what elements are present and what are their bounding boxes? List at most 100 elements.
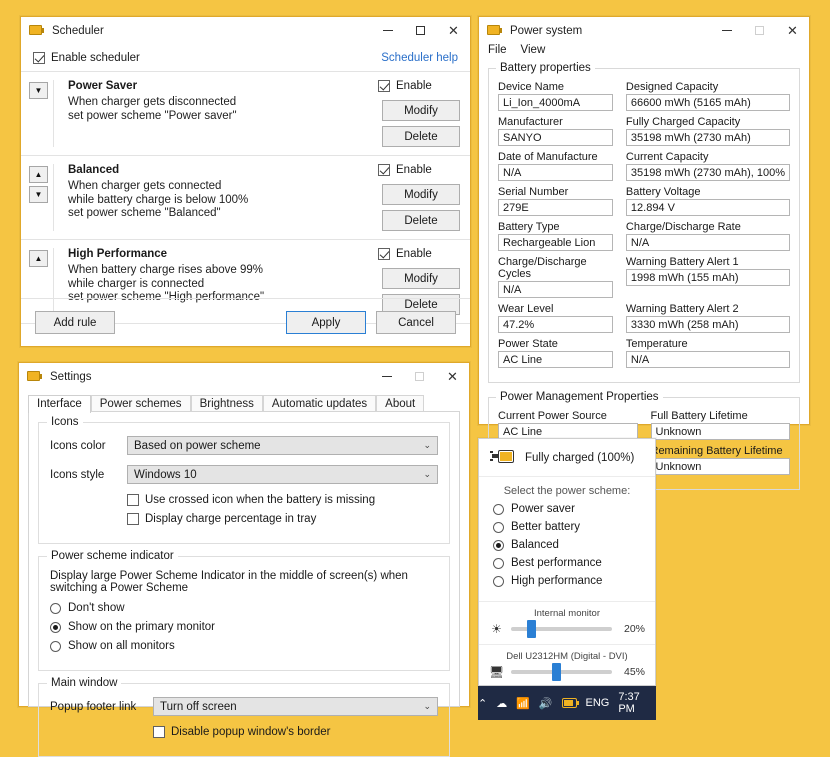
field-label: Device Name xyxy=(498,81,613,93)
slider-thumb[interactable] xyxy=(552,663,561,681)
field-label: Manufacturer xyxy=(498,116,613,128)
chevron-up-icon[interactable]: ⌃ xyxy=(478,697,487,710)
battery-properties-grid: Device Name Li_Ion_4000mA Designed Capac… xyxy=(498,81,790,373)
battery-icon xyxy=(487,25,503,37)
battery-icon xyxy=(27,371,43,383)
slider-row: 🖥 45% xyxy=(489,664,645,679)
cancel-button[interactable]: Cancel xyxy=(376,311,456,334)
modify-button[interactable]: Modify xyxy=(382,184,460,205)
tray-clock[interactable]: 7:37 PM xyxy=(618,691,656,715)
move-down-icon[interactable]: ▼ xyxy=(29,82,48,99)
field-label: Fully Charged Capacity xyxy=(626,116,790,128)
scheme-high-performance[interactable]: High performance xyxy=(493,575,655,587)
add-rule-button[interactable]: Add rule xyxy=(35,311,115,334)
radio-dont-show[interactable]: Don't show xyxy=(50,602,438,614)
field-value[interactable]: 3330 mWh (258 mAh) xyxy=(626,316,790,333)
move-down-icon[interactable]: ▼ xyxy=(29,186,48,203)
cloud-icon[interactable]: ☁ xyxy=(496,697,507,710)
field-value[interactable]: Li_Ion_4000mA xyxy=(498,94,613,111)
wifi-icon[interactable]: 📶 xyxy=(516,697,530,710)
maximize-icon xyxy=(743,17,776,44)
field-value[interactable]: Unknown xyxy=(651,423,791,440)
field-value[interactable]: AC Line xyxy=(498,351,613,368)
battery-properties-group: Battery properties Device Name Li_Ion_40… xyxy=(488,68,800,383)
field-value[interactable]: N/A xyxy=(626,351,790,368)
slider-thumb[interactable] xyxy=(527,620,536,638)
icons-style-select[interactable]: Windows 10 ⌄ xyxy=(127,465,438,484)
icons-color-select[interactable]: Based on power scheme ⌄ xyxy=(127,436,438,455)
popup-footer-link-select[interactable]: Turn off screen ⌄ xyxy=(153,697,438,716)
rule-name: Power Saver xyxy=(68,80,378,92)
apply-button[interactable]: Apply xyxy=(286,311,366,334)
field-value[interactable]: 35198 mWh (2730 mAh) xyxy=(626,129,790,146)
modify-button[interactable]: Modify xyxy=(382,100,460,121)
minimize-icon[interactable] xyxy=(710,17,743,44)
move-up-icon[interactable]: ▲ xyxy=(29,166,48,183)
minimize-icon[interactable] xyxy=(370,363,403,390)
menu-item-file[interactable]: File xyxy=(488,44,507,62)
field-charge-discharge-rate: Charge/Discharge Rate N/A xyxy=(626,221,790,251)
disable-popup-border-checkbox[interactable]: Disable popup window's border xyxy=(153,726,438,738)
close-icon[interactable]: ✕ xyxy=(436,363,469,390)
field-value[interactable]: N/A xyxy=(498,164,613,181)
chevron-down-icon: ⌄ xyxy=(423,440,431,451)
rule-enable-checkbox[interactable]: Enable xyxy=(378,164,432,176)
radio-label: Show on the primary monitor xyxy=(68,621,215,633)
move-up-icon[interactable]: ▲ xyxy=(29,250,48,267)
tray-percentage-checkbox[interactable]: Display charge percentage in tray xyxy=(127,513,438,525)
scheme-balanced[interactable]: Balanced xyxy=(493,539,655,551)
power-system-window: Power system ✕ File View Battery propert… xyxy=(478,16,810,425)
scheduler-help-link[interactable]: Scheduler help xyxy=(381,52,458,64)
field-value[interactable]: SANYO xyxy=(498,129,613,146)
field-value[interactable]: 47.2% xyxy=(498,316,613,333)
icons-group-title: Icons xyxy=(47,416,83,428)
power-popup-window: Fully charged (100%) Select the power sc… xyxy=(478,438,656,686)
brightness-slider-track[interactable] xyxy=(511,627,612,631)
tray-language[interactable]: ENG xyxy=(586,697,610,709)
scheme-better-battery[interactable]: Better battery xyxy=(493,521,655,533)
scheme-label: Best performance xyxy=(511,557,602,569)
field-value[interactable]: N/A xyxy=(498,281,613,298)
scheduler-titlebar[interactable]: Scheduler ✕ xyxy=(21,17,470,44)
close-icon[interactable]: ✕ xyxy=(437,17,470,44)
brightness-slider-track[interactable] xyxy=(511,670,612,674)
power-scheme-indicator-group: Power scheme indicator Display large Pow… xyxy=(38,556,450,671)
field-value[interactable]: 66600 mWh (5165 mAh) xyxy=(626,94,790,111)
tab-interface[interactable]: Interface xyxy=(28,395,91,413)
main-window-group-title: Main window xyxy=(47,677,121,689)
rule-name: High Performance xyxy=(68,248,378,260)
speaker-icon[interactable]: 🔊 xyxy=(539,697,553,710)
rule-enable-checkbox[interactable]: Enable xyxy=(378,248,432,260)
menu-item-view[interactable]: View xyxy=(521,44,546,62)
field-value[interactable]: N/A xyxy=(626,234,790,251)
field-value[interactable]: Unknown xyxy=(651,458,791,475)
settings-window-controls: ✕ xyxy=(370,363,469,390)
minimize-icon[interactable] xyxy=(371,17,404,44)
enable-scheduler-checkbox[interactable]: Enable scheduler xyxy=(33,52,140,64)
settings-titlebar[interactable]: Settings ✕ xyxy=(19,363,469,390)
delete-button[interactable]: Delete xyxy=(382,210,460,231)
power-system-titlebar[interactable]: Power system ✕ xyxy=(479,17,809,44)
rule-enable-checkbox[interactable]: Enable xyxy=(378,80,432,92)
scheme-power-saver[interactable]: Power saver xyxy=(493,503,655,515)
scheme-best-performance[interactable]: Best performance xyxy=(493,557,655,569)
field-value[interactable]: 279E xyxy=(498,199,613,216)
crossed-icon-checkbox[interactable]: Use crossed icon when the battery is mis… xyxy=(127,494,438,506)
checkbox-box xyxy=(378,248,390,260)
field-value[interactable]: 35198 mWh (2730 mAh), 100% xyxy=(626,164,790,181)
radio-show-all-monitors[interactable]: Show on all monitors xyxy=(50,640,438,652)
icons-color-row: Icons color Based on power scheme ⌄ xyxy=(50,436,438,455)
radio-show-primary-monitor[interactable]: Show on the primary monitor xyxy=(50,621,438,633)
field-warning-battery-alert-2: Warning Battery Alert 2 3330 mWh (258 mA… xyxy=(626,303,790,333)
field-value[interactable]: 1998 mWh (155 mAh) xyxy=(626,269,790,286)
rule-condition: When charger gets connected xyxy=(68,180,378,194)
field-value[interactable]: Rechargeable Lion xyxy=(498,234,613,251)
field-remaining-battery-lifetime: Remaining Battery Lifetime Unknown xyxy=(651,445,791,475)
close-icon[interactable]: ✕ xyxy=(776,17,809,44)
modify-button[interactable]: Modify xyxy=(382,268,460,289)
field-value[interactable]: 12.894 V xyxy=(626,199,790,216)
maximize-icon[interactable] xyxy=(404,17,437,44)
settings-window-title: Settings xyxy=(50,371,370,383)
delete-button[interactable]: Delete xyxy=(382,126,460,147)
battery-icon[interactable] xyxy=(562,698,577,708)
